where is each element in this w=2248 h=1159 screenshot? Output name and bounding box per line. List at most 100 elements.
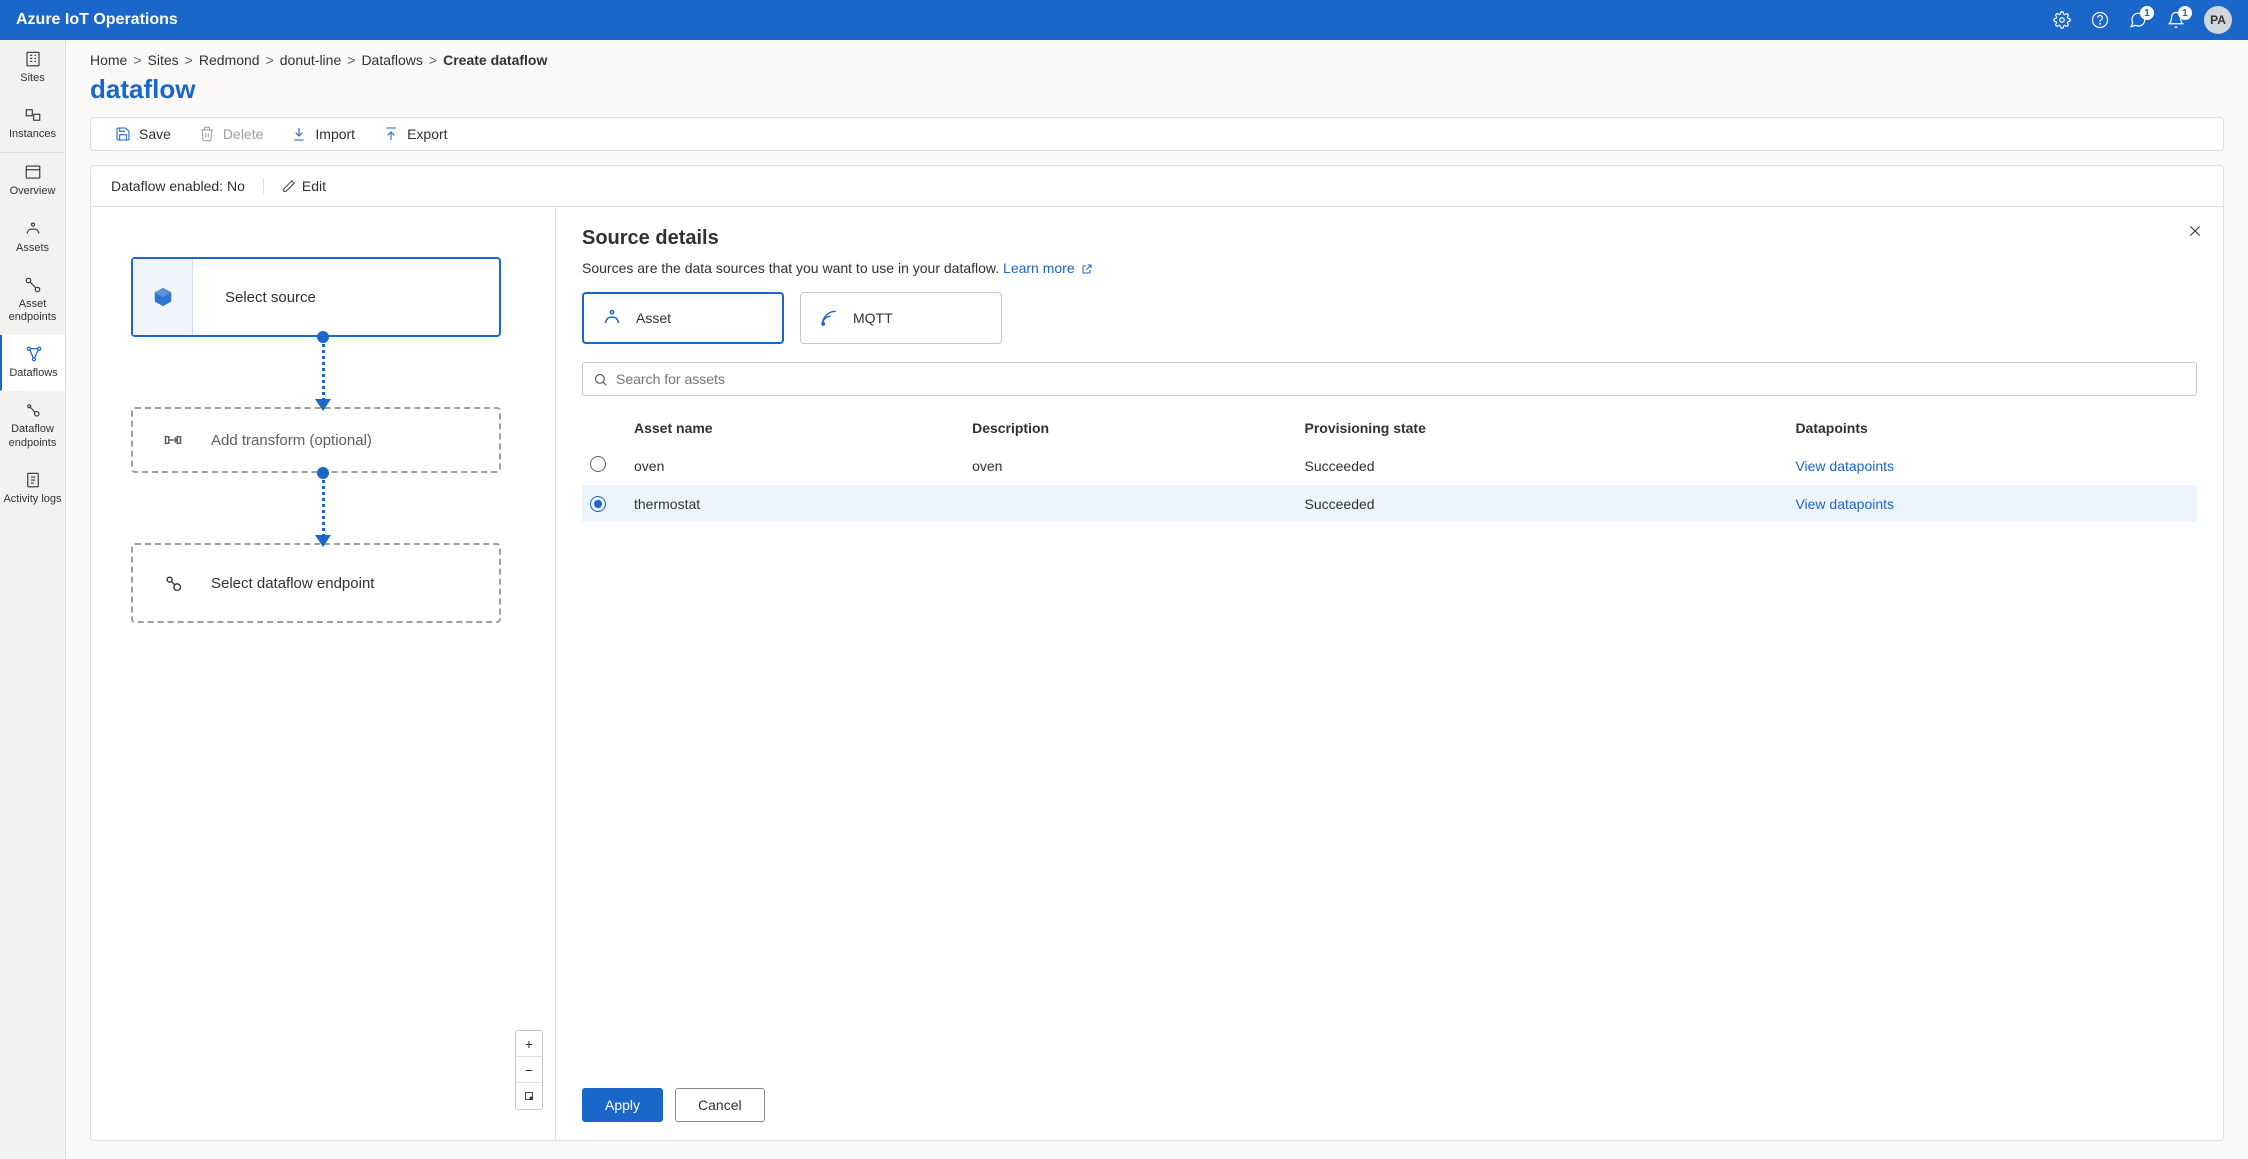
panel-status-bar: Dataflow enabled: No Edit bbox=[91, 166, 2223, 207]
node-endpoint[interactable]: Select dataflow endpoint bbox=[131, 543, 501, 623]
activity-logs-icon bbox=[24, 471, 42, 489]
avatar[interactable]: PA bbox=[2204, 6, 2232, 34]
col-datapoints: Datapoints bbox=[1787, 410, 2197, 446]
cell-state: Succeeded bbox=[1297, 485, 1788, 522]
asset-row[interactable]: oven oven Succeeded View datapoints bbox=[582, 446, 2197, 485]
zoom-in-button[interactable]: + bbox=[516, 1031, 542, 1057]
connector bbox=[322, 473, 324, 543]
zoom-controls: + − bbox=[515, 1030, 543, 1110]
zoom-out-button[interactable]: − bbox=[516, 1057, 542, 1083]
notifications-icon[interactable]: 1 bbox=[2166, 10, 2186, 30]
sites-icon bbox=[24, 50, 42, 68]
settings-icon[interactable] bbox=[2052, 10, 2072, 30]
sidenav-item-activity-logs[interactable]: Activity logs bbox=[0, 461, 65, 517]
tab-asset[interactable]: Asset bbox=[582, 292, 784, 344]
node-transform[interactable]: Add transform (optional) bbox=[131, 407, 501, 473]
connector bbox=[322, 337, 324, 407]
sidenav-label: Dataflow endpoints bbox=[2, 423, 63, 449]
feedback-icon[interactable]: 1 bbox=[2128, 10, 2148, 30]
feedback-badge: 1 bbox=[2140, 6, 2154, 20]
close-button[interactable] bbox=[2187, 223, 2203, 239]
col-state: Provisioning state bbox=[1297, 410, 1788, 446]
source-details-panel: Source details Sources are the data sour… bbox=[556, 207, 2223, 1140]
edit-link[interactable]: Edit bbox=[263, 178, 326, 194]
sidenav-label: Activity logs bbox=[3, 493, 61, 506]
help-icon[interactable] bbox=[2090, 10, 2110, 30]
delete-label: Delete bbox=[223, 126, 263, 142]
tab-asset-label: Asset bbox=[636, 310, 671, 326]
assets-icon bbox=[24, 220, 42, 238]
export-label: Export bbox=[407, 126, 447, 142]
asset-search-input[interactable] bbox=[616, 371, 2186, 387]
node-transform-label: Add transform (optional) bbox=[211, 432, 372, 449]
sidenav-item-sites[interactable]: Sites bbox=[0, 40, 65, 96]
edit-label: Edit bbox=[302, 178, 326, 194]
sidenav-item-overview[interactable]: Overview bbox=[0, 153, 65, 209]
breadcrumb-current: Create dataflow bbox=[443, 52, 547, 68]
endpoint-icon bbox=[151, 545, 195, 621]
dataflows-icon bbox=[25, 345, 43, 363]
import-button[interactable]: Import bbox=[291, 126, 355, 142]
view-datapoints-link[interactable]: View datapoints bbox=[1795, 496, 1894, 512]
save-button[interactable]: Save bbox=[115, 126, 171, 142]
asset-search[interactable] bbox=[582, 362, 2197, 396]
sidenav-item-assets[interactable]: Assets bbox=[0, 210, 65, 266]
notifications-badge: 1 bbox=[2178, 6, 2192, 20]
sidenav-label: Overview bbox=[10, 185, 56, 198]
cancel-button[interactable]: Cancel bbox=[675, 1088, 765, 1122]
sidenav-item-dataflows[interactable]: Dataflows bbox=[0, 335, 65, 391]
sidenav-label: Dataflows bbox=[9, 367, 57, 380]
header-actions: 1 1 PA bbox=[2052, 6, 2232, 34]
asset-icon bbox=[602, 308, 622, 328]
breadcrumb-link[interactable]: Sites bbox=[148, 52, 179, 68]
sidenav-item-dataflow-endpoints[interactable]: Dataflow endpoints bbox=[0, 391, 65, 460]
product-name: Azure IoT Operations bbox=[16, 11, 178, 29]
asset-row[interactable]: thermostat Succeeded View datapoints bbox=[582, 485, 2197, 522]
breadcrumb-link[interactable]: donut-line bbox=[280, 52, 342, 68]
side-nav: Sites Instances Overview Assets Asset e bbox=[0, 40, 66, 1159]
sidenav-item-instances[interactable]: Instances bbox=[0, 96, 65, 152]
node-source-label: Select source bbox=[209, 289, 316, 306]
mqtt-icon bbox=[819, 308, 839, 328]
node-source[interactable]: Select source bbox=[131, 257, 501, 337]
app-header: Azure IoT Operations 1 1 PA bbox=[0, 0, 2248, 40]
cell-description bbox=[964, 485, 1296, 522]
sidenav-label: Assets bbox=[16, 242, 49, 255]
sidenav-label: Sites bbox=[20, 72, 44, 85]
tab-mqtt[interactable]: MQTT bbox=[800, 292, 1002, 344]
asset-endpoints-icon bbox=[24, 276, 42, 294]
asset-table: Asset name Description Provisioning stat… bbox=[582, 410, 2197, 522]
cell-description: oven bbox=[964, 446, 1296, 485]
page-title: dataflow bbox=[90, 74, 2224, 105]
details-subtitle: Sources are the data sources that you wa… bbox=[582, 260, 2197, 276]
export-button[interactable]: Export bbox=[383, 126, 447, 142]
details-title: Source details bbox=[582, 227, 2197, 250]
view-datapoints-link[interactable]: View datapoints bbox=[1795, 458, 1894, 474]
enabled-status: Dataflow enabled: No bbox=[111, 178, 245, 194]
dataflow-endpoints-icon bbox=[24, 401, 42, 419]
node-endpoint-label: Select dataflow endpoint bbox=[211, 575, 374, 592]
breadcrumb-link[interactable]: Home bbox=[90, 52, 127, 68]
sidenav-item-asset-endpoints[interactable]: Asset endpoints bbox=[0, 266, 65, 335]
cube-icon bbox=[133, 259, 193, 335]
breadcrumb-link[interactable]: Dataflows bbox=[361, 52, 422, 68]
breadcrumb-link[interactable]: Redmond bbox=[199, 52, 260, 68]
save-label: Save bbox=[139, 126, 171, 142]
transform-icon bbox=[151, 409, 195, 471]
zoom-fit-button[interactable] bbox=[516, 1083, 542, 1109]
dataflow-panel: Dataflow enabled: No Edit Select source bbox=[90, 165, 2224, 1141]
cell-name: thermostat bbox=[626, 485, 964, 522]
dataflow-canvas: Select source Add transform (optional) bbox=[91, 207, 556, 1140]
instances-icon bbox=[24, 106, 42, 124]
sidenav-label: Asset endpoints bbox=[2, 298, 63, 324]
sidenav-label: Instances bbox=[9, 128, 56, 141]
radio-button[interactable] bbox=[590, 496, 606, 512]
details-footer: Apply Cancel bbox=[582, 1070, 2197, 1122]
apply-button[interactable]: Apply bbox=[582, 1088, 663, 1122]
learn-more-link[interactable]: Learn more bbox=[1003, 260, 1092, 276]
radio-button[interactable] bbox=[590, 456, 606, 472]
col-description: Description bbox=[964, 410, 1296, 446]
cell-name: oven bbox=[626, 446, 964, 485]
command-bar: Save Delete Import Export bbox=[90, 117, 2224, 151]
search-icon bbox=[593, 372, 608, 387]
